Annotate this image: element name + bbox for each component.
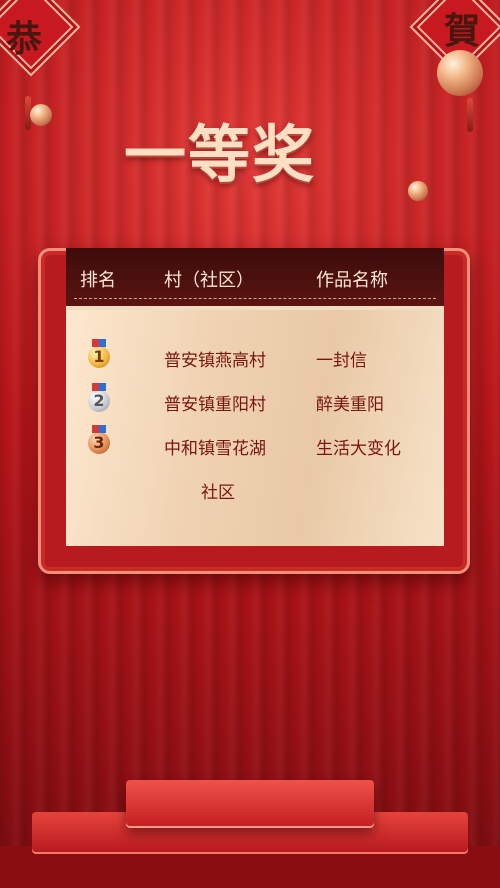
work-cell: 一封信 bbox=[316, 351, 367, 371]
podium-top bbox=[126, 780, 374, 828]
silver-medal-icon: 2 bbox=[88, 383, 110, 412]
header-village: 村（社区） bbox=[164, 270, 254, 291]
table-header: 排名 村（社区） 作品名称 bbox=[66, 248, 444, 306]
ornament-ball-left bbox=[30, 104, 52, 126]
header-divider bbox=[74, 298, 436, 299]
right-corner-character: 賀 bbox=[444, 10, 481, 52]
gold-medal-icon: 1 bbox=[88, 339, 110, 368]
ornament-ball-large bbox=[437, 50, 483, 96]
ornament-ball-right bbox=[408, 181, 428, 201]
village-cell: 普安镇重阳村 bbox=[164, 395, 266, 415]
work-cell: 生活大变化 bbox=[316, 439, 401, 459]
header-work: 作品名称 bbox=[316, 270, 388, 291]
bronze-medal-icon: 3 bbox=[88, 425, 110, 454]
village-cell-continued: 社区 bbox=[201, 483, 235, 503]
right-tassel bbox=[467, 98, 473, 132]
award-title: 一等奖 bbox=[124, 118, 317, 191]
left-corner-character: 恭 bbox=[6, 18, 43, 60]
results-table: 排名 村（社区） 作品名称 1 普安镇燕高村 一封信 2 普安镇重阳村 醉美重阳 bbox=[66, 248, 444, 546]
table-body: 1 普安镇燕高村 一封信 2 普安镇重阳村 醉美重阳 3 中和镇雪花湖 社区 生… bbox=[66, 310, 444, 546]
work-cell: 醉美重阳 bbox=[316, 395, 384, 415]
village-cell: 普安镇燕高村 bbox=[164, 351, 266, 371]
award-poster: 恭 賀 一等奖 排名 村（社区） 作品名称 1 普安镇燕高村 一封信 2 普安镇… bbox=[0, 0, 500, 888]
village-cell: 中和镇雪花湖 bbox=[164, 439, 266, 459]
header-rank: 排名 bbox=[80, 270, 116, 291]
